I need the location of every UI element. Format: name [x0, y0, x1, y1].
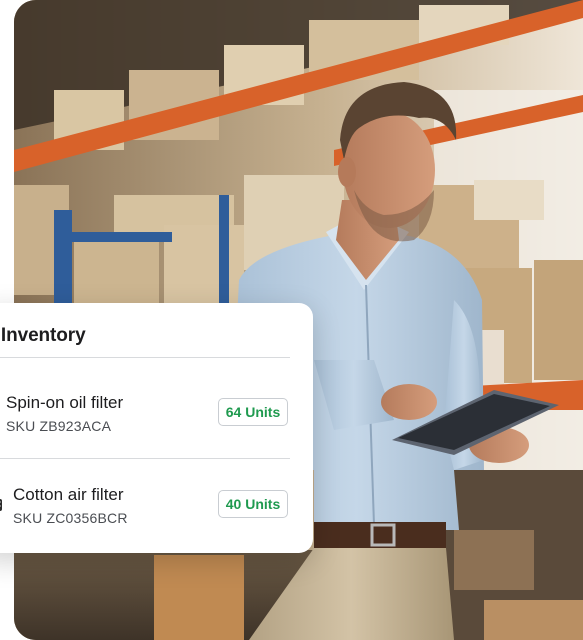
filter-icon: [0, 497, 2, 513]
inventory-card: nt Inventory Spin-on oil filter SKU ZB92…: [0, 303, 313, 553]
units-badge: 40 Units: [218, 490, 288, 518]
list-item[interactable]: Spin-on oil filter SKU ZB923ACA 64 Units: [0, 383, 313, 443]
item-name: Cotton air filter: [13, 485, 124, 504]
card-title: nt Inventory: [0, 325, 86, 346]
page: nt Inventory Spin-on oil filter SKU ZB92…: [0, 0, 583, 640]
units-badge: 64 Units: [218, 398, 288, 426]
item-sku: SKU ZC0356BCR: [13, 510, 128, 526]
list-item[interactable]: Cotton air filter SKU ZC0356BCR 40 Units: [0, 475, 313, 535]
item-sku: SKU ZB923ACA: [6, 418, 112, 434]
divider: [0, 357, 290, 358]
item-name: Spin-on oil filter: [6, 393, 124, 412]
divider: [0, 458, 290, 459]
